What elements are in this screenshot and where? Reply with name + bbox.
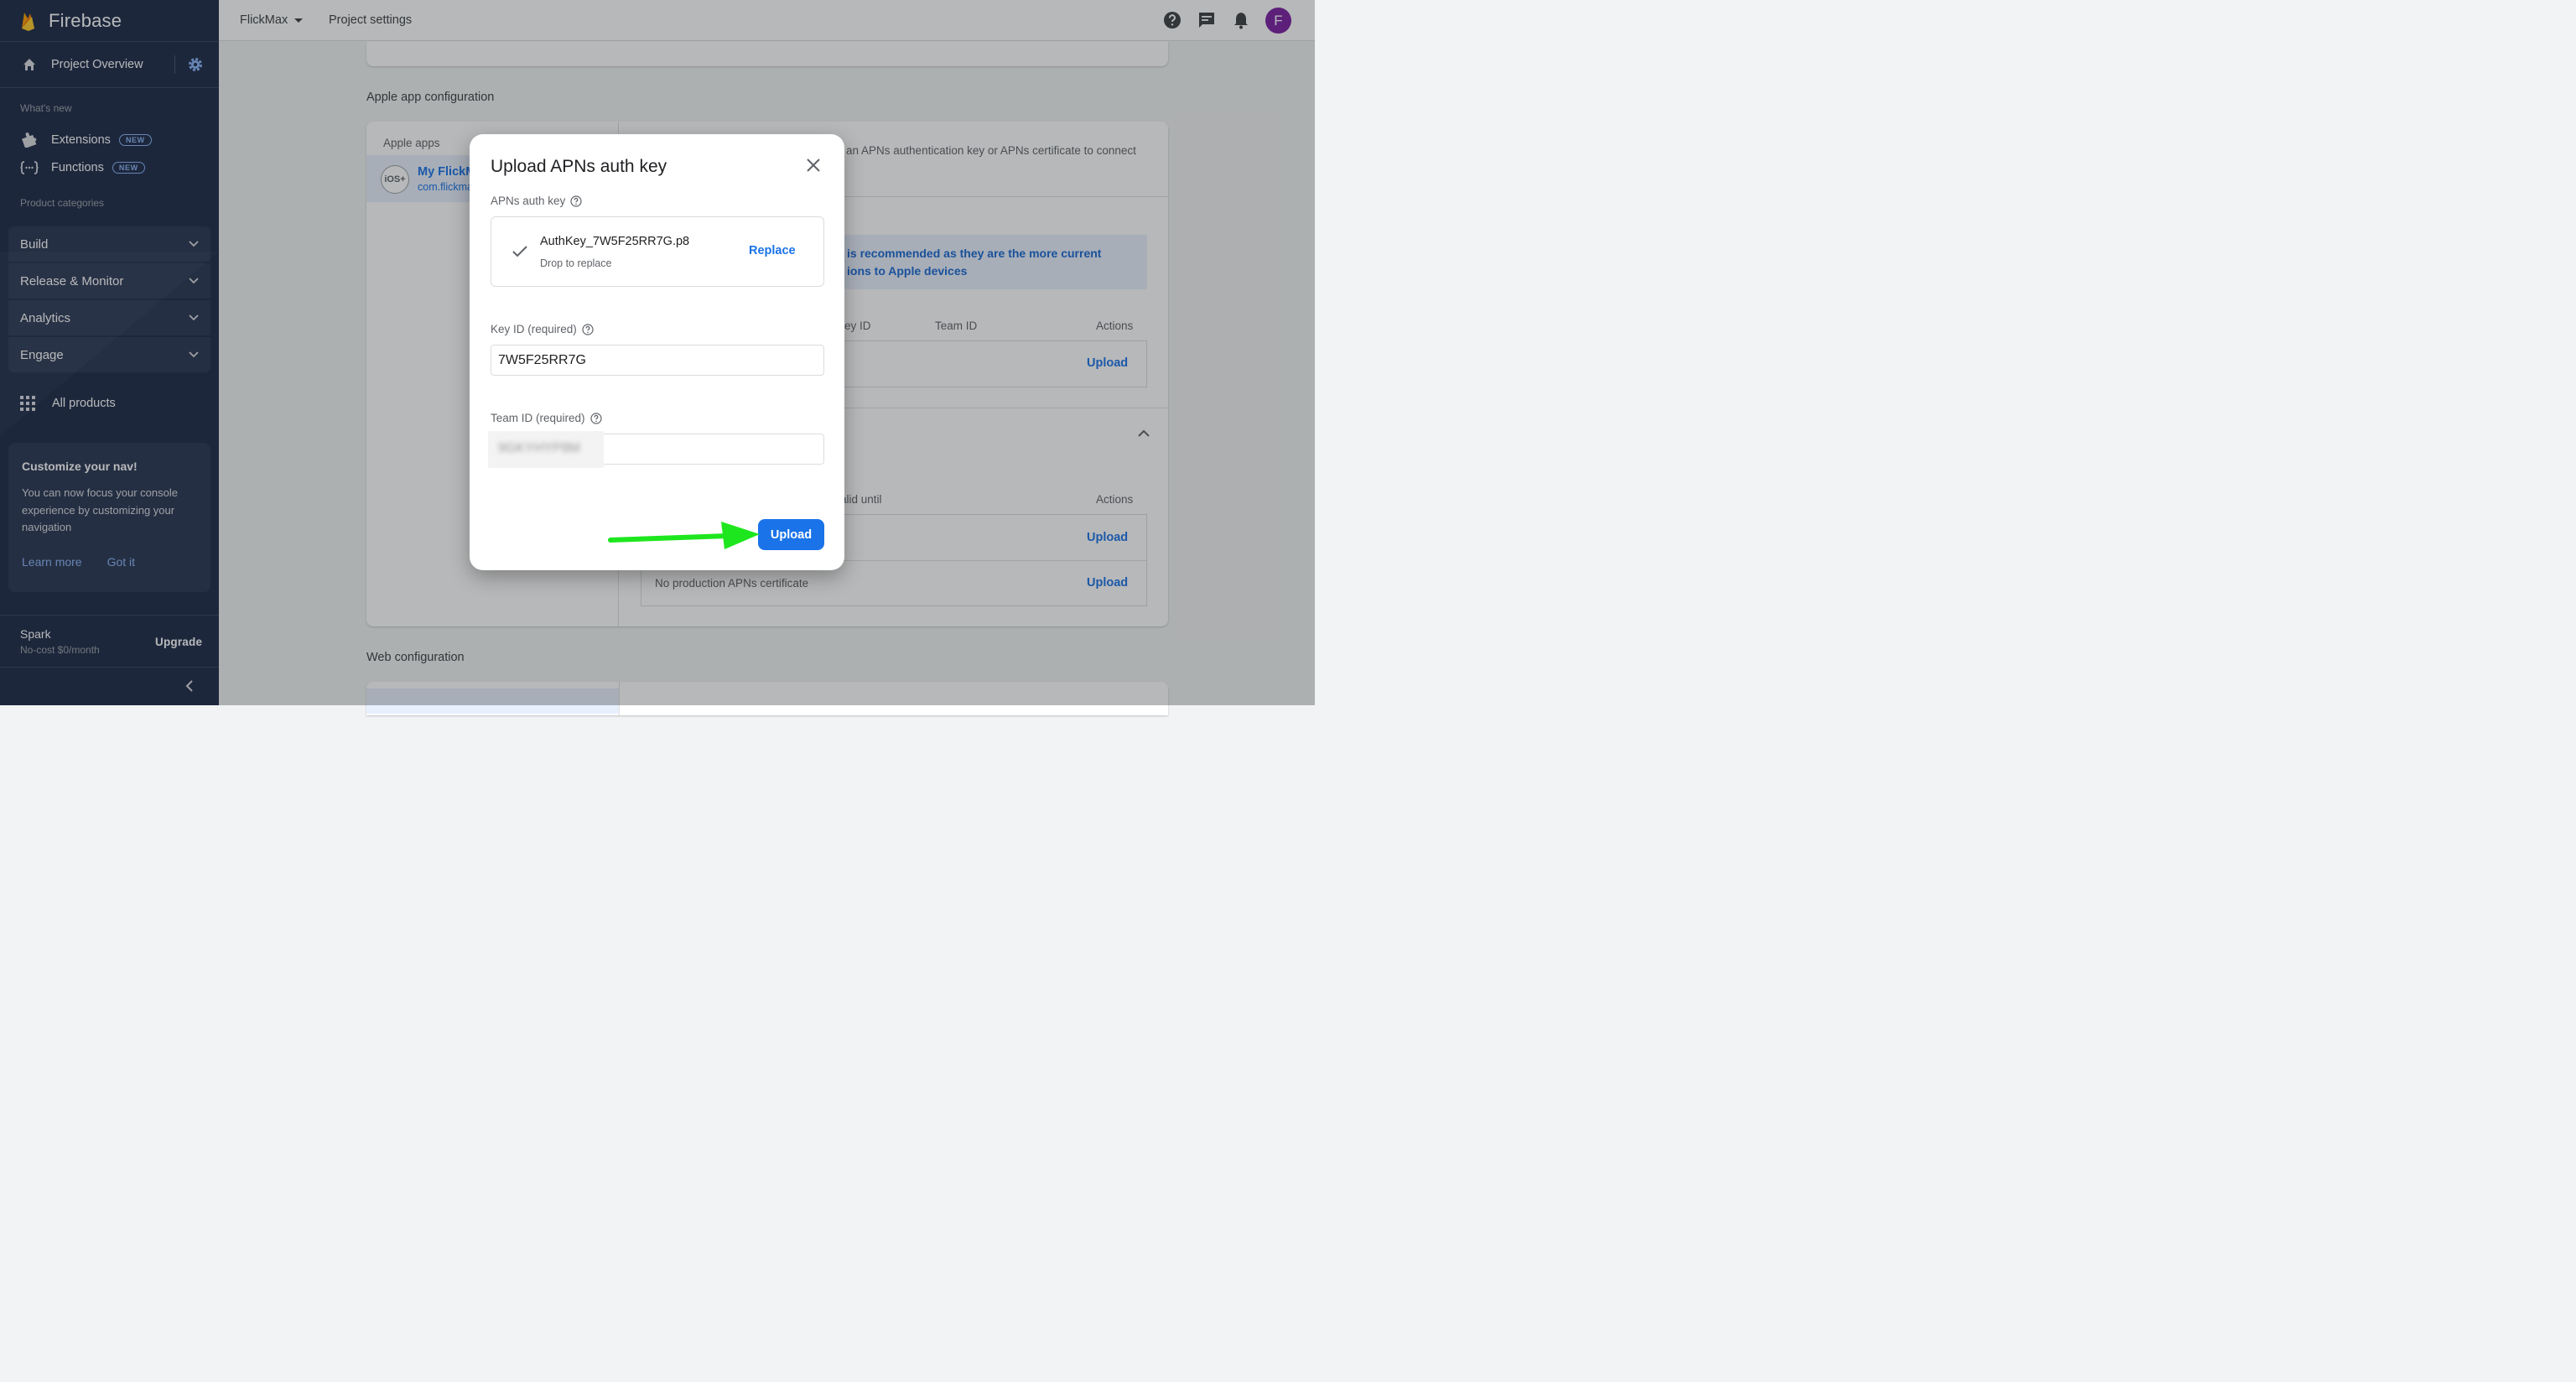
key-id-label: Key ID (required): [491, 323, 594, 335]
drop-hint: Drop to replace: [540, 257, 612, 269]
file-name: AuthKey_7W5F25RR7G.p8: [540, 235, 690, 248]
field-label: Key ID (required): [491, 323, 577, 335]
close-icon[interactable]: [806, 158, 821, 173]
redacted-text: 9GKYHYP8M: [498, 441, 580, 455]
field-label: Team ID (required): [491, 412, 585, 424]
auth-key-label: APNs auth key: [491, 195, 582, 207]
help-icon[interactable]: [589, 412, 602, 424]
help-icon[interactable]: [570, 195, 582, 207]
key-id-input[interactable]: [491, 345, 824, 376]
replace-button[interactable]: Replace: [749, 244, 796, 257]
upload-apns-dialog: Upload APNs auth key APNs auth key AuthK…: [470, 134, 844, 570]
field-label: APNs auth key: [491, 195, 566, 207]
dialog-title: Upload APNs auth key: [491, 157, 667, 176]
upload-button[interactable]: Upload: [758, 519, 824, 550]
check-icon: [512, 246, 527, 257]
annotation-arrow: [608, 522, 760, 549]
redacted-team-id: 9GKYHYP8M: [488, 431, 604, 468]
auth-key-dropzone[interactable]: AuthKey_7W5F25RR7G.p8 Drop to replace Re…: [491, 216, 824, 287]
help-icon[interactable]: [582, 323, 594, 335]
team-id-label: Team ID (required): [491, 412, 602, 424]
